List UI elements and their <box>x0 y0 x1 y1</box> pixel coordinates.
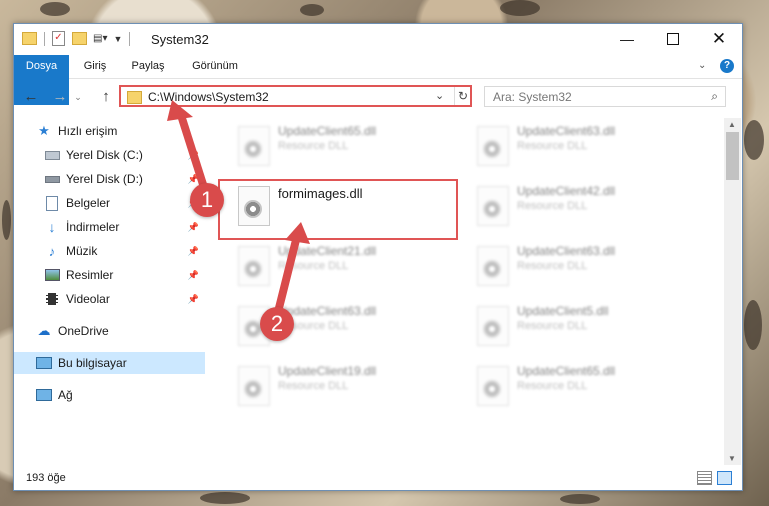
annotation-arrows <box>167 100 310 321</box>
step-badge-2: 2 <box>260 307 294 341</box>
step-badge-1: 1 <box>190 183 224 217</box>
arrow-2-head <box>285 222 310 244</box>
arrow-1-head <box>167 100 193 121</box>
